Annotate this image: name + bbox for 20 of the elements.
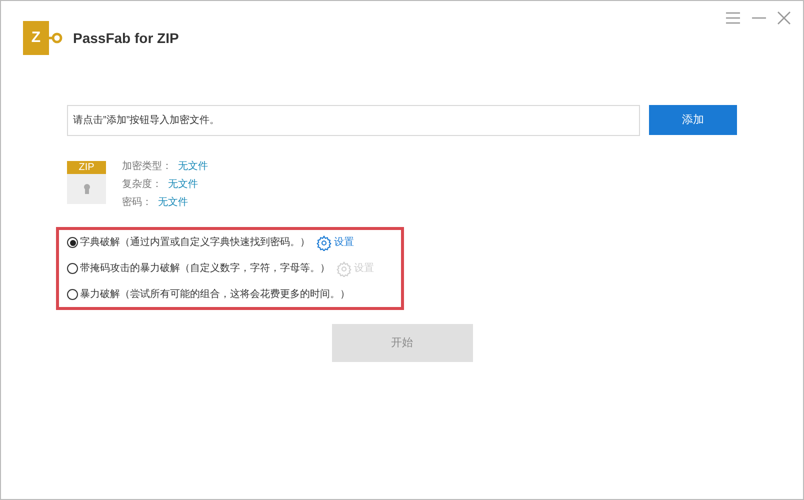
add-button[interactable]: 添加 bbox=[649, 105, 737, 135]
settings-link[interactable]: 设置 bbox=[316, 234, 354, 250]
attack-mode-option[interactable]: 暴力破解（尝试所有可能的组合，这将会花费更多的时间。） bbox=[67, 287, 350, 302]
info-label: 加密类型： bbox=[122, 160, 172, 174]
app-logo: Z bbox=[23, 21, 63, 55]
file-path-field[interactable]: 请点击”添加”按钮导入加密文件。 bbox=[67, 105, 640, 136]
attack-mode-option[interactable]: 字典破解（通过内置或自定义字典快速找到密码。） bbox=[67, 235, 310, 250]
gear-icon bbox=[316, 234, 332, 250]
info-label: 密码： bbox=[122, 196, 152, 210]
keyhole-icon bbox=[82, 183, 90, 195]
zip-badge: ZIP bbox=[67, 161, 106, 174]
info-label: 复杂度： bbox=[122, 178, 162, 192]
attack-mode-option[interactable]: 带掩码攻击的暴力破解（自定义数字，字符，字母等。） bbox=[67, 261, 330, 276]
info-value: 无文件 bbox=[168, 178, 198, 192]
close-icon[interactable] bbox=[777, 11, 791, 25]
info-value: 无文件 bbox=[158, 196, 188, 210]
app-title: PassFab for ZIP bbox=[73, 28, 179, 48]
menu-icon[interactable] bbox=[725, 11, 741, 25]
info-value: 无文件 bbox=[178, 160, 208, 174]
gear-icon bbox=[336, 260, 352, 276]
